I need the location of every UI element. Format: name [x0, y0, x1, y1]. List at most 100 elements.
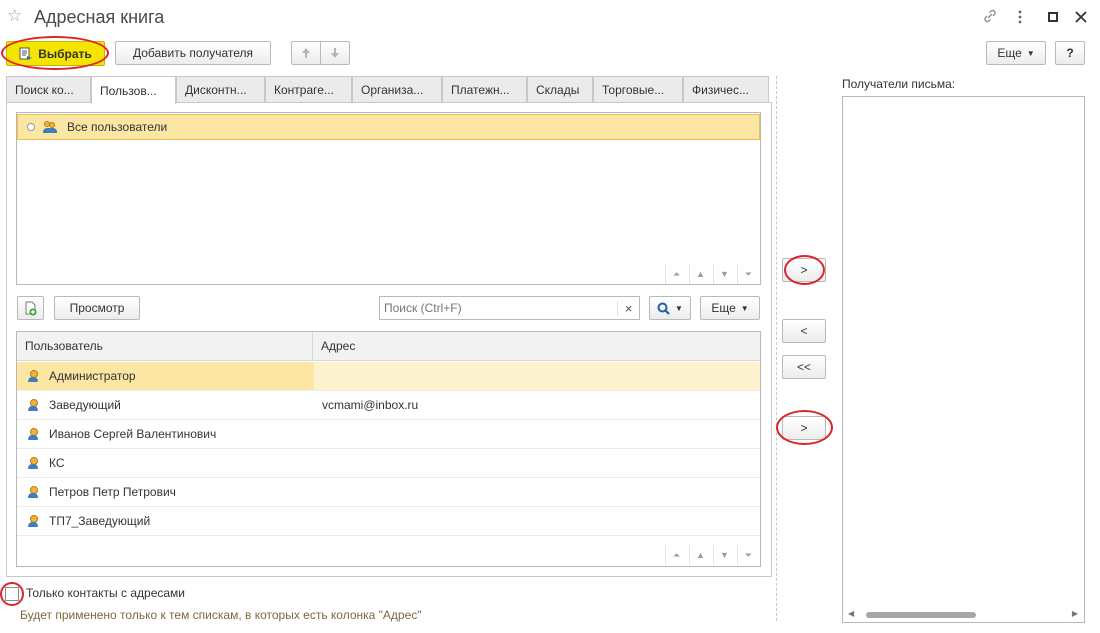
remove-all-button[interactable]: << [782, 355, 826, 379]
table-row[interactable]: Заведующий vcmami@inbox.ru [17, 391, 760, 420]
cell-address[interactable] [314, 420, 760, 448]
list-more-button[interactable]: Еще ▼ [700, 296, 760, 320]
scroll-up-icon[interactable]: ▲ [689, 264, 711, 284]
table-row[interactable]: КС [17, 449, 760, 478]
recipients-list[interactable] [842, 96, 1085, 623]
tab-label: Контраге... [274, 82, 334, 97]
tab-label: Поиск ко... [15, 82, 74, 97]
scroll-down-icon[interactable]: ▼ [713, 264, 735, 284]
move-up-button[interactable] [291, 41, 321, 65]
cell-user[interactable]: ТП7_Заведующий [17, 507, 314, 535]
only-with-addresses-checkbox[interactable] [5, 587, 19, 601]
add-from-list-button[interactable]: > [782, 416, 826, 440]
column-header-user[interactable]: Пользователь [17, 332, 313, 360]
cell-user[interactable]: Петров Петр Петрович [17, 478, 314, 506]
scroll-right-icon[interactable]: ▶ [1072, 609, 1078, 618]
tab-payment[interactable]: Платежн... [442, 76, 527, 102]
scroll-up-icon[interactable]: ▲ [689, 545, 711, 565]
tab-label: Пользов... [100, 83, 157, 98]
tree-item-all-users[interactable]: Все пользователи [17, 114, 760, 140]
add-recipient-button[interactable]: Добавить получателя [115, 41, 271, 65]
move-down-button[interactable] [320, 41, 350, 65]
cell-address[interactable] [314, 507, 760, 535]
recipients-label: Получатели письма: [842, 77, 956, 91]
user-icon [27, 427, 39, 441]
chevron-down-icon: ▼ [1026, 48, 1035, 58]
cell-address[interactable] [314, 449, 760, 477]
tab-warehouses[interactable]: Склады [527, 76, 593, 102]
tree-item-label: Все пользователи [67, 120, 168, 134]
user-icon [27, 398, 39, 412]
scroll-down-icon[interactable]: ▼ [713, 545, 735, 565]
footer-hint: Будет применено только к тем спискам, в … [20, 608, 422, 622]
user-name: Петров Петр Петрович [49, 485, 176, 499]
remove-button[interactable]: < [782, 319, 826, 343]
arrow-down-icon [331, 48, 339, 58]
tab-label: Дисконтн... [185, 82, 247, 97]
table-row[interactable]: ТП7_Заведующий [17, 507, 760, 536]
scroll-first-icon[interactable]: ⏶ [665, 264, 687, 284]
chevron-down-icon: ▼ [740, 303, 749, 313]
only-with-addresses-label[interactable]: Только контакты с адресами [26, 586, 185, 600]
tab-individuals[interactable]: Физичес... [683, 76, 769, 102]
chevron-down-icon: ▼ [675, 303, 683, 313]
user-name: ТП7_Заведующий [49, 514, 151, 528]
column-header-address[interactable]: Адрес [313, 332, 760, 360]
select-doc-icon [19, 47, 33, 60]
cell-address[interactable]: vcmami@inbox.ru [314, 391, 760, 419]
scroll-first-icon[interactable]: ⏶ [665, 545, 687, 565]
cell-user[interactable]: КС [17, 449, 314, 477]
select-button[interactable]: Выбрать [6, 41, 105, 66]
tab-label: Организа... [361, 82, 424, 97]
list-more-label: Еще [711, 301, 736, 315]
tab-label: Торговые... [602, 82, 665, 97]
table-nav-bar: ⏶ ▲ ▼ ⏷ [665, 545, 760, 565]
cell-user[interactable]: Иванов Сергей Валентинович [17, 420, 314, 448]
more-button-label: Еще [997, 46, 1022, 60]
more-vertical-icon[interactable] [1017, 9, 1023, 25]
cell-address[interactable] [314, 478, 760, 506]
cell-user[interactable]: Заведующий [17, 391, 314, 419]
tab-users[interactable]: Пользов... [91, 76, 176, 104]
search-icon [657, 302, 670, 315]
search-field[interactable]: × [379, 296, 640, 320]
recipients-hscrollbar[interactable]: ◀ ▶ [843, 607, 1084, 622]
add-from-tree-button[interactable]: > [782, 258, 826, 282]
user-name: КС [49, 456, 65, 470]
more-button[interactable]: Еще ▼ [986, 41, 1046, 65]
tab-organizations[interactable]: Организа... [352, 76, 442, 102]
table-row[interactable]: Администратор [17, 362, 760, 391]
clear-search-icon[interactable]: × [617, 300, 639, 316]
scrollbar-thumb[interactable] [866, 612, 976, 618]
search-input[interactable] [380, 298, 617, 318]
star-icon[interactable]: ☆ [7, 6, 22, 26]
user-address: vcmami@inbox.ru [322, 398, 419, 412]
tab-discount-cards[interactable]: Дисконтн... [176, 76, 265, 102]
close-icon[interactable] [1075, 11, 1087, 23]
tab-counterparties[interactable]: Контраге... [265, 76, 352, 102]
create-button[interactable] [17, 296, 44, 320]
tree-node-circle-icon[interactable] [27, 123, 35, 131]
maximize-icon[interactable] [1048, 12, 1058, 22]
window-title: Адресная книга [34, 7, 165, 27]
tab-contact-search[interactable]: Поиск ко... [6, 76, 91, 102]
cell-user[interactable]: Администратор [17, 362, 314, 390]
tab-trade[interactable]: Торговые... [593, 76, 683, 102]
scroll-left-icon[interactable]: ◀ [848, 609, 854, 618]
search-options-button[interactable]: ▼ [649, 296, 691, 320]
select-button-label: Выбрать [38, 46, 92, 61]
table-row[interactable]: Иванов Сергей Валентинович [17, 420, 760, 449]
table-header: Пользователь Адрес [17, 332, 760, 361]
user-icon [27, 514, 39, 528]
table-row[interactable]: Петров Петр Петрович [17, 478, 760, 507]
view-button[interactable]: Просмотр [54, 296, 140, 320]
scroll-last-icon[interactable]: ⏷ [737, 545, 759, 565]
link-icon[interactable] [982, 8, 998, 24]
tab-label: Физичес... [692, 82, 749, 97]
scroll-last-icon[interactable]: ⏷ [737, 264, 759, 284]
panel-separator [776, 76, 777, 621]
new-document-icon [25, 301, 36, 315]
user-icon [27, 485, 39, 499]
help-button[interactable]: ? [1055, 41, 1085, 65]
cell-address[interactable] [314, 362, 760, 390]
